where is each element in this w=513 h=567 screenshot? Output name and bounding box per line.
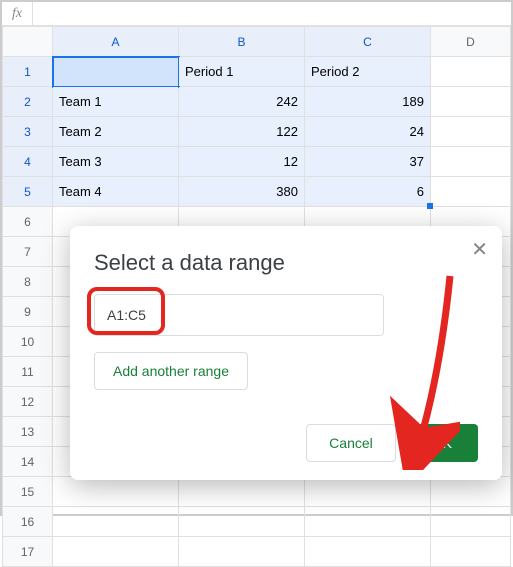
row-header-16[interactable]: 16	[3, 507, 53, 537]
cell-D2[interactable]	[431, 87, 511, 117]
row-header-7[interactable]: 7	[3, 237, 53, 267]
cell-A3[interactable]: Team 2	[53, 117, 179, 147]
row-header-5[interactable]: 5	[3, 177, 53, 207]
formula-bar: fx	[2, 2, 511, 26]
row-header-11[interactable]: 11	[3, 357, 53, 387]
col-header-A[interactable]: A	[53, 27, 179, 57]
cell-B2[interactable]: 242	[179, 87, 305, 117]
cell-D4[interactable]	[431, 147, 511, 177]
fx-label: fx	[2, 2, 33, 25]
cell-A4[interactable]: Team 3	[53, 147, 179, 177]
cell-B3[interactable]: 122	[179, 117, 305, 147]
cell-C1[interactable]: Period 2	[305, 57, 431, 87]
row-3: 3 Team 2 122 24	[3, 117, 511, 147]
cell-B4[interactable]: 12	[179, 147, 305, 177]
cell-A1[interactable]	[53, 57, 179, 87]
cancel-button[interactable]: Cancel	[306, 424, 396, 462]
row-header-13[interactable]: 13	[3, 417, 53, 447]
row-header-8[interactable]: 8	[3, 267, 53, 297]
row-4: 4 Team 3 12 37	[3, 147, 511, 177]
row-5: 5 Team 4 380 6	[3, 177, 511, 207]
row-header-6[interactable]: 6	[3, 207, 53, 237]
row-header-12[interactable]: 12	[3, 387, 53, 417]
cell-C3[interactable]: 24	[305, 117, 431, 147]
cell-B1[interactable]: Period 1	[179, 57, 305, 87]
cell-C2[interactable]: 189	[305, 87, 431, 117]
col-header-B[interactable]: B	[179, 27, 305, 57]
cell-A2[interactable]: Team 1	[53, 87, 179, 117]
data-range-input[interactable]	[94, 294, 384, 336]
row-header-4[interactable]: 4	[3, 147, 53, 177]
col-header-D[interactable]: D	[431, 27, 511, 57]
cell-D1[interactable]	[431, 57, 511, 87]
close-icon[interactable]: ✕	[471, 240, 488, 260]
add-another-range-button[interactable]: Add another range	[94, 352, 248, 390]
row-2: 2 Team 1 242 189	[3, 87, 511, 117]
cell-C4[interactable]: 37	[305, 147, 431, 177]
row-header-14[interactable]: 14	[3, 447, 53, 477]
row-header-1[interactable]: 1	[3, 57, 53, 87]
row-header-3[interactable]: 3	[3, 117, 53, 147]
row-header-17[interactable]: 17	[3, 537, 53, 567]
cell-B5[interactable]: 380	[179, 177, 305, 207]
dialog-title: Select a data range	[94, 250, 478, 276]
row-header-2[interactable]: 2	[3, 87, 53, 117]
formula-input[interactable]	[33, 2, 511, 25]
cell-D5[interactable]	[431, 177, 511, 207]
row-header-10[interactable]: 10	[3, 327, 53, 357]
row-1: 1 Period 1 Period 2	[3, 57, 511, 87]
col-header-C[interactable]: C	[305, 27, 431, 57]
ok-button[interactable]: OK	[406, 424, 478, 462]
select-all-corner[interactable]	[3, 27, 53, 57]
row-header-9[interactable]: 9	[3, 297, 53, 327]
select-data-range-dialog: ✕ Select a data range Add another range …	[70, 226, 502, 480]
cell-C5[interactable]: 6	[305, 177, 431, 207]
cell-A5[interactable]: Team 4	[53, 177, 179, 207]
column-header-row: A B C D	[3, 27, 511, 57]
row-header-15[interactable]: 15	[3, 477, 53, 507]
cell-D3[interactable]	[431, 117, 511, 147]
